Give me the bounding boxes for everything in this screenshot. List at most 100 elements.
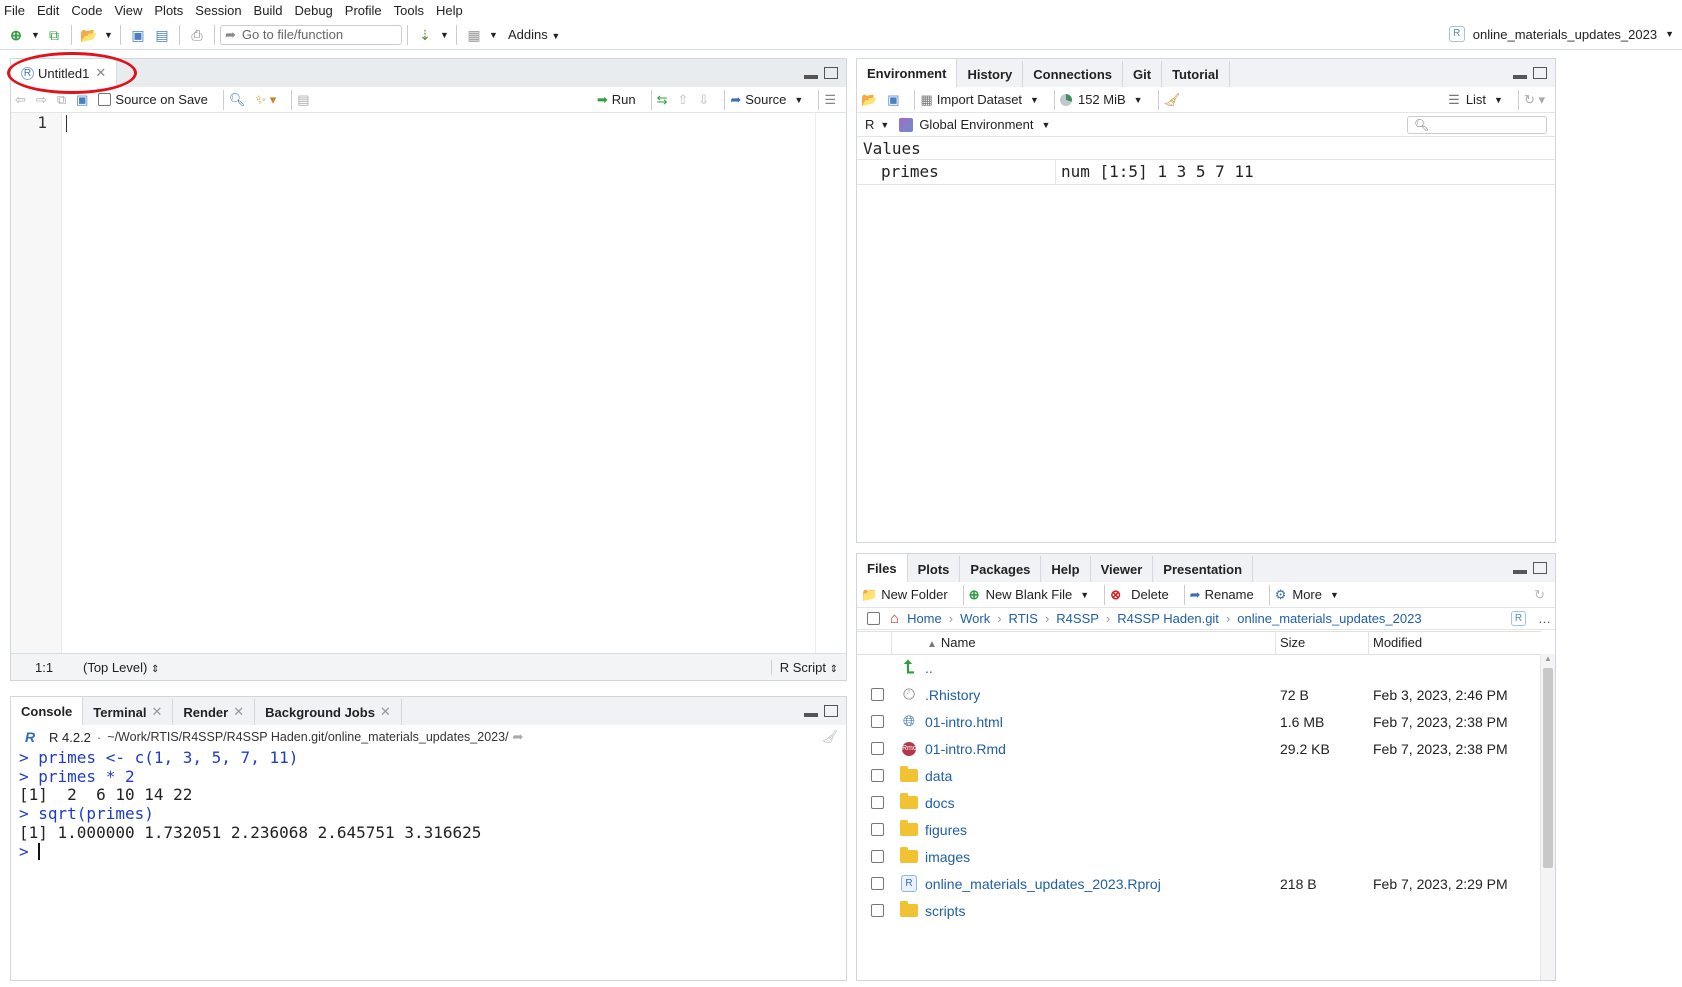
- file-checkbox[interactable]: [871, 877, 884, 890]
- save-icon[interactable]: ▣: [76, 92, 88, 108]
- menu-file[interactable]: File: [4, 3, 25, 18]
- file-row[interactable]: docs: [857, 789, 1541, 816]
- magic-wand-icon[interactable]: ✨︎ ▾: [255, 92, 276, 108]
- breadcrumb-r4ssp-haden[interactable]: R4SSP Haden.git: [1117, 611, 1219, 626]
- memory-usage-button[interactable]: 152 MiB ▼: [1059, 92, 1143, 107]
- compile-report-icon[interactable]: ▤: [297, 92, 309, 108]
- refresh-icon[interactable]: ↻ ▾: [1524, 92, 1545, 108]
- tab-packages[interactable]: Packages: [960, 556, 1042, 582]
- new-folder-button[interactable]: 📁 New Folder: [861, 587, 948, 603]
- file-row[interactable]: 🕘︎ .Rhistory 72 B Feb 3, 2023, 2:46 PM: [857, 681, 1541, 708]
- scope-selector[interactable]: Global Environment ▼: [899, 117, 1050, 132]
- tab-environment[interactable]: Environment: [857, 59, 958, 87]
- close-icon[interactable]: ✕: [152, 704, 163, 720]
- file-row[interactable]: 🌐︎ 01-intro.html 1.6 MB Feb 7, 2023, 2:3…: [857, 708, 1541, 735]
- file-row[interactable]: images: [857, 843, 1541, 870]
- console-prompt[interactable]: >: [19, 842, 838, 862]
- show-in-window-icon[interactable]: ⧉: [57, 92, 66, 108]
- menu-tools[interactable]: Tools: [394, 3, 424, 18]
- maximize-icon[interactable]: [1533, 562, 1547, 574]
- breadcrumb-project[interactable]: online_materials_updates_2023: [1237, 611, 1421, 626]
- select-all-checkbox[interactable]: [867, 612, 880, 625]
- menu-build[interactable]: Build: [254, 3, 283, 18]
- up-arrow-icon[interactable]: ⇧: [678, 92, 689, 108]
- refresh-icon[interactable]: ↻: [1534, 587, 1545, 603]
- checkbox[interactable]: [98, 93, 112, 106]
- save-workspace-icon[interactable]: ▣: [887, 92, 899, 108]
- menu-profile[interactable]: Profile: [345, 3, 382, 18]
- maximize-icon[interactable]: [1533, 67, 1547, 79]
- file-checkbox[interactable]: [871, 688, 884, 701]
- minimize-icon[interactable]: [804, 713, 818, 717]
- git-icon[interactable]: ⇣: [416, 26, 434, 44]
- scroll-up-icon[interactable]: ▲: [1541, 654, 1555, 666]
- minimize-icon[interactable]: [1513, 570, 1527, 574]
- file-row[interactable]: figures: [857, 816, 1541, 843]
- breadcrumb-work[interactable]: Work: [960, 611, 990, 626]
- chevron-down-icon[interactable]: ▼: [440, 26, 449, 44]
- minimize-icon[interactable]: [1513, 75, 1527, 79]
- chevron-down-icon[interactable]: ▼: [104, 26, 113, 44]
- close-icon[interactable]: ✕: [95, 65, 106, 81]
- scrollbar-thumb[interactable]: [1543, 668, 1553, 868]
- new-blank-file-button[interactable]: ⊕ New Blank File ▼: [969, 587, 1090, 603]
- chevron-down-icon[interactable]: ▼: [489, 26, 498, 44]
- delete-button[interactable]: ⊗ Delete: [1110, 587, 1168, 603]
- source-button[interactable]: ➦ Source ▼: [730, 92, 803, 108]
- file-checkbox[interactable]: [871, 742, 884, 755]
- tab-history[interactable]: History: [957, 61, 1024, 87]
- run-button[interactable]: ➡ Run: [597, 92, 636, 108]
- print-icon[interactable]: ⎙: [188, 26, 206, 44]
- search-icon[interactable]: 🔍︎: [229, 92, 246, 108]
- file-checkbox[interactable]: [871, 823, 884, 836]
- col-size-header[interactable]: Size: [1280, 635, 1305, 650]
- menu-session[interactable]: Session: [195, 3, 241, 18]
- env-row-primes[interactable]: primes num [1:5] 1 3 5 7 11: [857, 159, 1555, 185]
- tab-tutorial[interactable]: Tutorial: [1162, 61, 1230, 87]
- view-mode-button[interactable]: ☰ List ▼: [1448, 92, 1503, 108]
- file-row[interactable]: data: [857, 762, 1541, 789]
- menu-code[interactable]: Code: [71, 3, 102, 18]
- scope-selector[interactable]: (Top Level) ⇕: [83, 660, 159, 675]
- maximize-icon[interactable]: [824, 67, 838, 79]
- outline-icon[interactable]: ☰: [824, 92, 836, 108]
- menu-view[interactable]: View: [114, 3, 142, 18]
- rproj-icon[interactable]: R: [1511, 611, 1526, 626]
- rename-button[interactable]: ➦ Rename: [1190, 587, 1254, 603]
- tab-connections[interactable]: Connections: [1023, 61, 1123, 87]
- more-options-icon[interactable]: …: [1538, 611, 1551, 626]
- file-checkbox[interactable]: [871, 769, 884, 782]
- open-file-icon[interactable]: 📂: [80, 26, 98, 44]
- breadcrumb-r4ssp[interactable]: R4SSP: [1056, 611, 1099, 626]
- import-dataset-button[interactable]: ▦ Import Dataset ▼: [920, 92, 1038, 108]
- clear-console-icon[interactable]: 🧹︎: [821, 729, 838, 745]
- minimize-icon[interactable]: [804, 75, 818, 79]
- tab-background-jobs[interactable]: Background Jobs ✕: [255, 699, 402, 725]
- tab-help[interactable]: Help: [1041, 556, 1091, 582]
- forward-icon[interactable]: ⇨: [36, 92, 47, 108]
- project-menu[interactable]: R online_materials_updates_2023 ▼: [1448, 26, 1674, 42]
- file-type-selector[interactable]: R Script ⇕: [770, 659, 838, 675]
- go-to-directory-icon[interactable]: ➦: [513, 729, 524, 745]
- close-icon[interactable]: ✕: [380, 704, 391, 720]
- goto-file-function-input[interactable]: ➦ Go to file/function: [220, 24, 402, 45]
- breadcrumb-home[interactable]: Home: [907, 611, 942, 626]
- tab-presentation[interactable]: Presentation: [1153, 556, 1254, 582]
- maximize-icon[interactable]: [824, 705, 838, 717]
- save-icon[interactable]: ▣: [129, 26, 147, 44]
- tab-render[interactable]: Render ✕: [173, 699, 256, 725]
- tab-terminal[interactable]: Terminal ✕: [83, 699, 174, 725]
- tab-viewer[interactable]: Viewer: [1091, 556, 1154, 582]
- file-checkbox[interactable]: [871, 715, 884, 728]
- new-file-icon[interactable]: ⊕: [7, 26, 25, 44]
- file-checkbox[interactable]: [871, 850, 884, 863]
- rerun-icon[interactable]: ⇆: [657, 92, 668, 108]
- tab-console[interactable]: Console: [11, 697, 84, 725]
- down-arrow-icon[interactable]: ⇩: [698, 92, 709, 108]
- close-icon[interactable]: ✕: [233, 704, 244, 720]
- files-scrollbar[interactable]: ▲: [1540, 654, 1555, 980]
- tab-plots[interactable]: Plots: [908, 556, 961, 582]
- load-workspace-icon[interactable]: 📂: [861, 92, 877, 108]
- menu-help[interactable]: Help: [436, 3, 463, 18]
- save-all-icon[interactable]: ▤: [153, 26, 171, 44]
